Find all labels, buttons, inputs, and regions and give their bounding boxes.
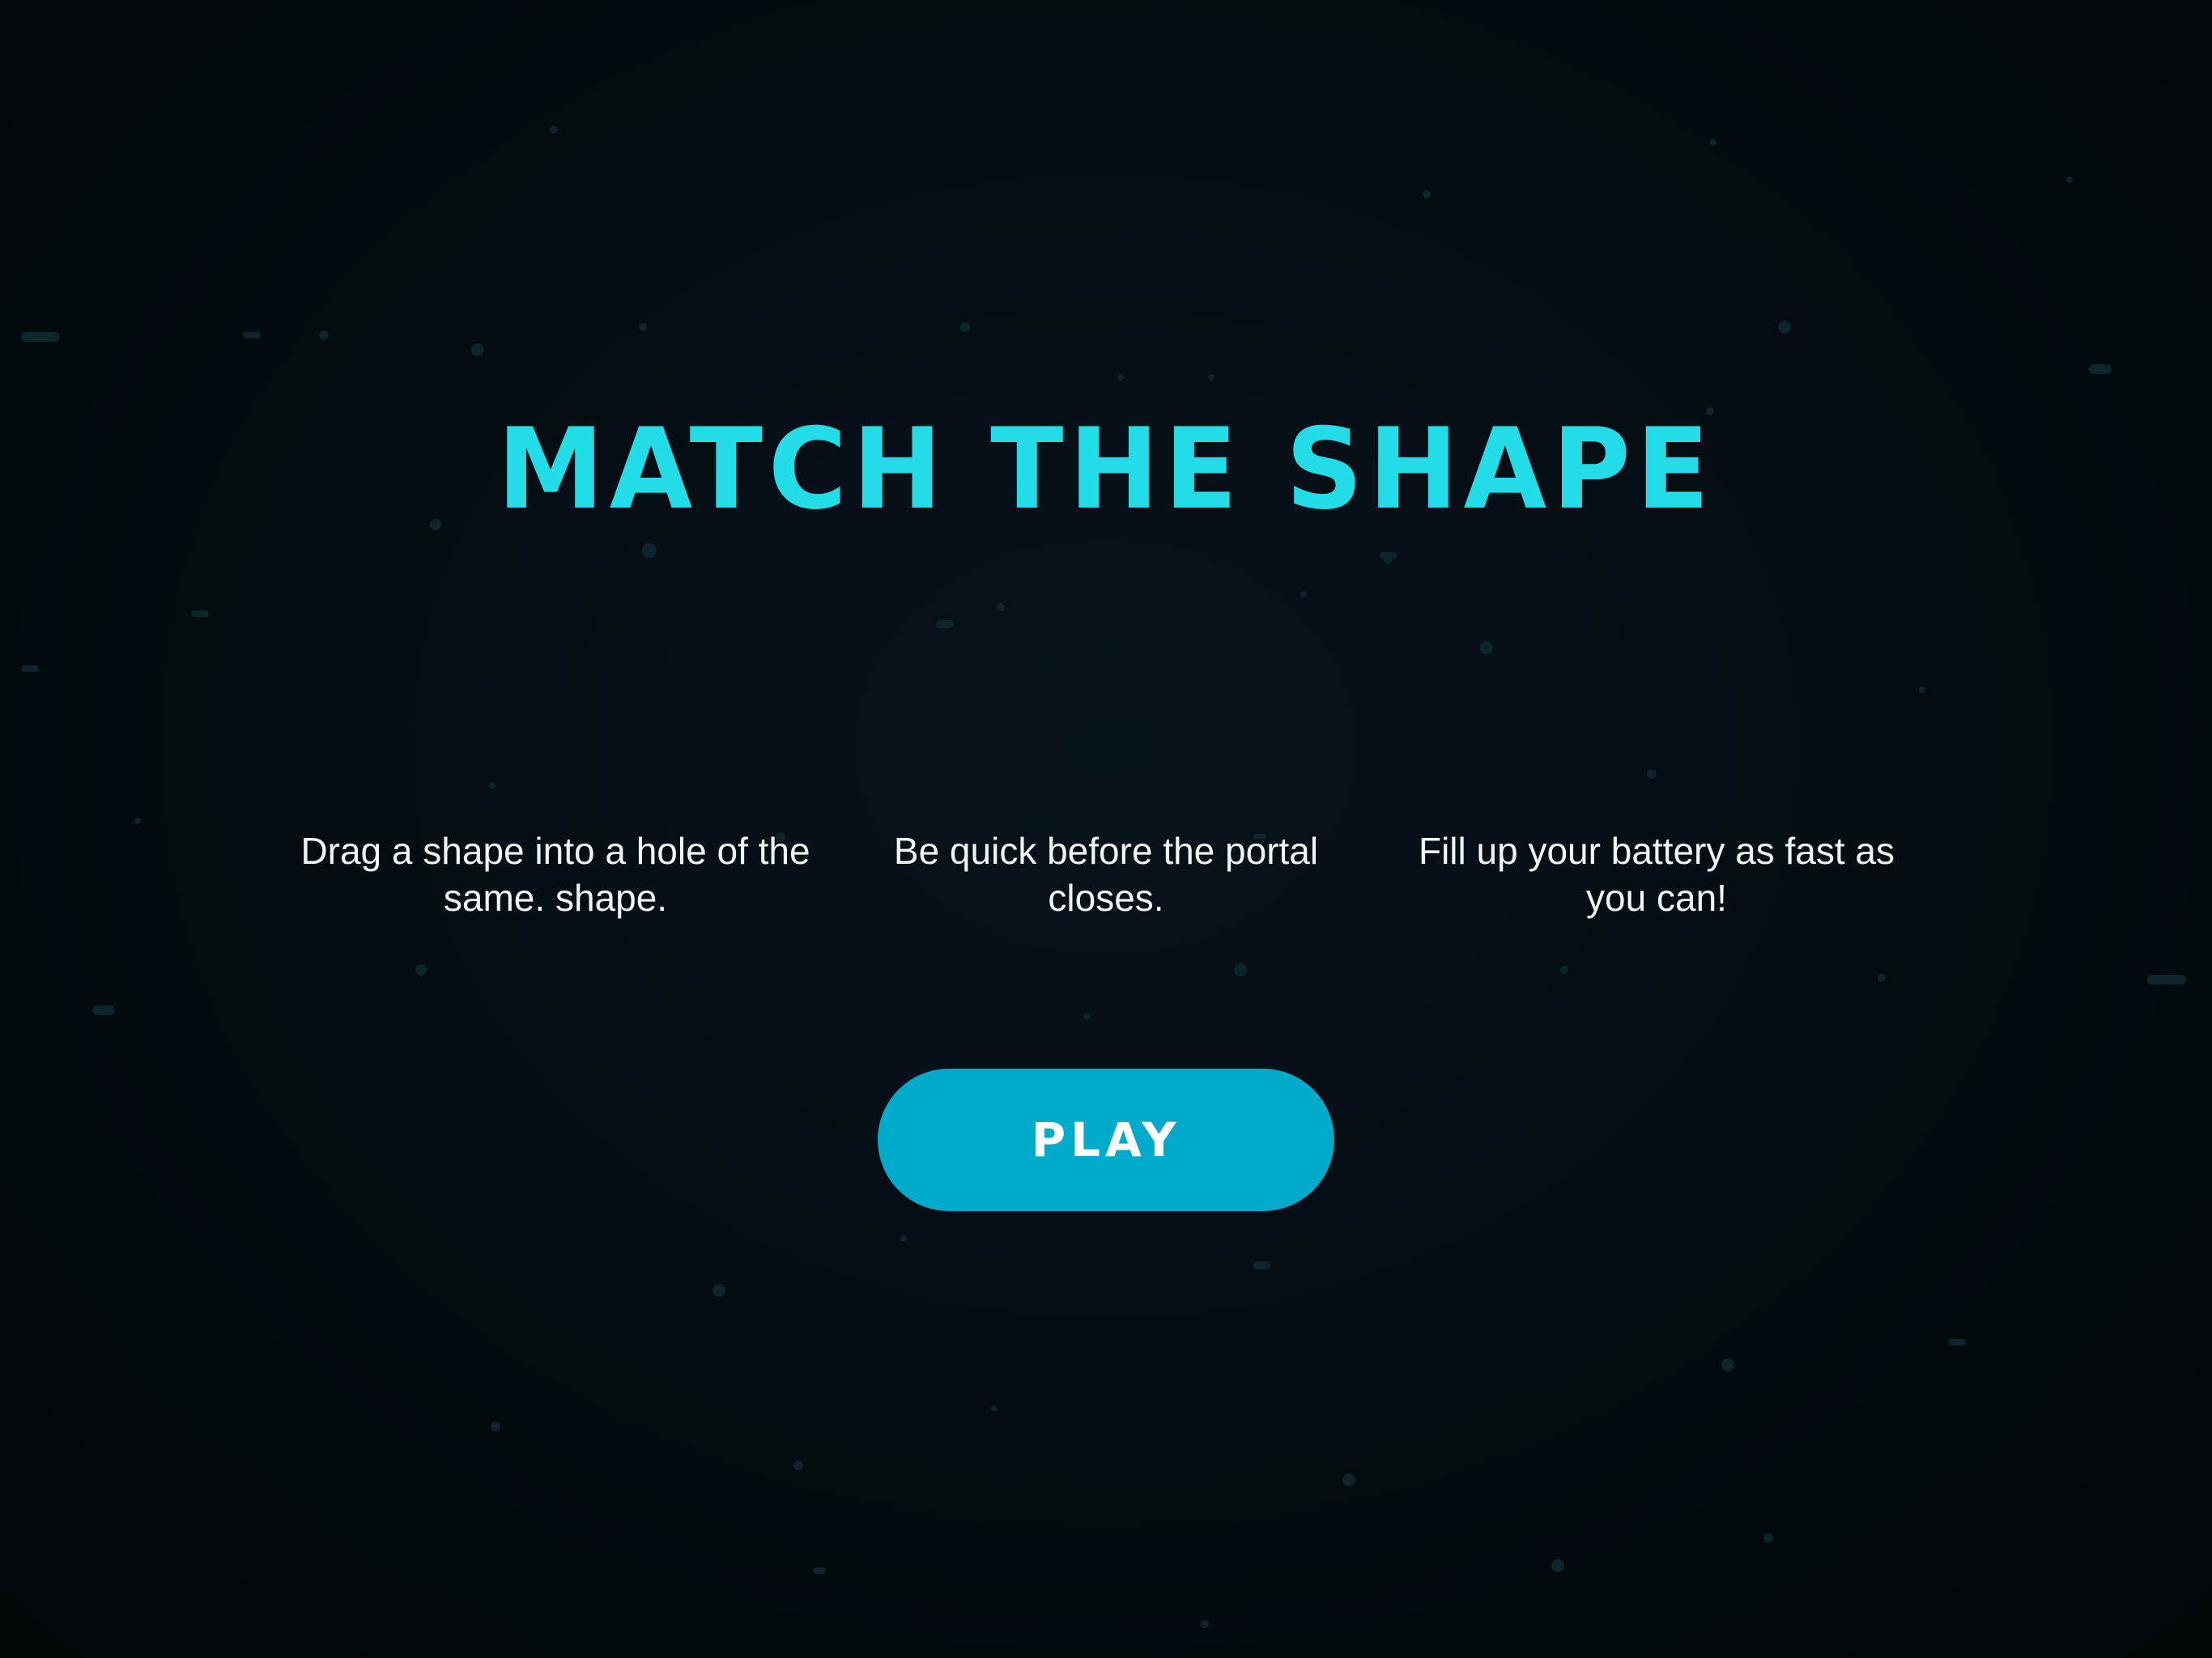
instruction-fill-battery: Fill up your battery as fast as you can!: [1418, 830, 1895, 919]
game-start-screen: MATCH THE SHAPE Drag a shape into a hole…: [0, 0, 2212, 1658]
instruction-be-quick: Be quick before the portal closes.: [893, 830, 1319, 919]
game-title: MATCH THE SHAPE: [497, 404, 1715, 534]
play-button[interactable]: PLAY: [878, 1069, 1334, 1211]
instruction-drag-shape: Drag a shape into a hole of the same. sh…: [300, 830, 810, 919]
instructions: Drag a shape into a hole of the same. sh…: [0, 827, 2212, 989]
